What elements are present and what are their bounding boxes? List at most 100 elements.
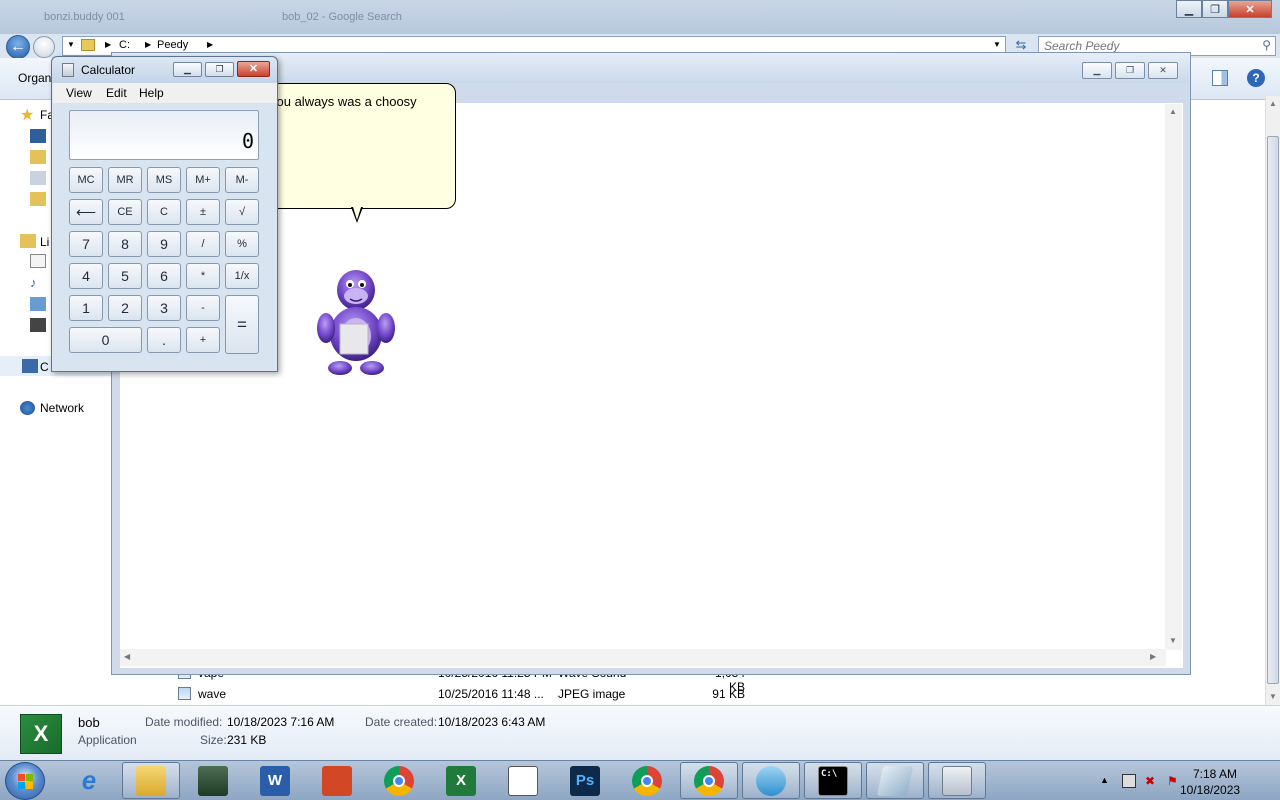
notepad-icon[interactable] <box>494 762 552 799</box>
vertical-scrollbar[interactable]: ▲ ▼ <box>1265 96 1280 706</box>
vertical-scrollbar[interactable]: ▲ ▼ <box>1165 104 1182 650</box>
digit-8-button[interactable]: 8 <box>108 231 142 257</box>
minimize-button[interactable]: ▁ <box>1176 0 1202 18</box>
digit-9-button[interactable]: 9 <box>147 231 181 257</box>
maximize-button[interactable]: ❐ <box>1115 62 1145 79</box>
system-monitor-icon[interactable] <box>184 762 242 799</box>
add-button[interactable]: + <box>186 327 220 353</box>
list-item[interactable]: wave 10/25/2016 11:48 ... JPEG image 91 … <box>178 685 878 703</box>
outlook-icon[interactable] <box>742 762 800 799</box>
chevron-down-icon[interactable]: ▼ <box>993 40 1001 49</box>
minimize-button[interactable]: ▁ <box>173 62 202 77</box>
digit-6-button[interactable]: 6 <box>147 263 181 289</box>
calculator-icon[interactable] <box>928 762 986 799</box>
chevron-right-icon[interactable]: ▶ <box>105 40 111 49</box>
ghost-tab-1[interactable]: bonzi.buddy 001 <box>44 6 125 28</box>
chrome-user-icon[interactable] <box>680 762 738 799</box>
clear-button[interactable]: C <box>147 199 181 225</box>
memory-clear-button[interactable]: MC <box>69 167 103 193</box>
excel-icon[interactable]: X <box>432 762 490 799</box>
folder-icon[interactable] <box>30 192 46 206</box>
network-tray-icon[interactable] <box>1122 774 1136 788</box>
equals-button[interactable]: = <box>225 295 259 354</box>
pictures-icon[interactable] <box>30 297 46 311</box>
internet-explorer-icon[interactable]: e <box>60 762 118 799</box>
close-button[interactable]: ✕ <box>1228 0 1272 18</box>
digit-3-button[interactable]: 3 <box>147 295 181 321</box>
bonzi-gorilla-agent[interactable] <box>310 262 402 380</box>
maximize-button[interactable]: ❐ <box>1202 0 1228 18</box>
calculator-titlebar[interactable]: Calculator ▁ ❐ ✕ <box>52 57 277 83</box>
negate-button[interactable]: ± <box>186 199 220 225</box>
memory-add-button[interactable]: M+ <box>186 167 220 193</box>
breadcrumb-drive[interactable]: C: <box>119 39 130 51</box>
scroll-up-icon[interactable]: ▲ <box>1269 99 1277 108</box>
scrollbar-thumb[interactable] <box>1267 136 1279 684</box>
maximize-button[interactable]: ❐ <box>205 62 234 77</box>
percent-button[interactable]: % <box>225 231 259 257</box>
backspace-button[interactable]: ⟵ <box>69 199 103 225</box>
powerpoint-icon[interactable] <box>308 762 366 799</box>
action-center-icon[interactable]: ⚑ <box>1167 774 1181 788</box>
menu-view[interactable]: View <box>66 86 92 100</box>
clock-date[interactable]: 10/18/2023 <box>1180 783 1240 797</box>
file-explorer-icon[interactable] <box>122 762 180 799</box>
chrome-icon[interactable] <box>370 762 428 799</box>
digit-7-button[interactable]: 7 <box>69 231 103 257</box>
reciprocal-button[interactable]: 1/x <box>225 263 259 289</box>
menu-help[interactable]: Help <box>139 86 164 100</box>
scroll-up-icon[interactable]: ▲ <box>1169 107 1177 116</box>
chevron-right-icon[interactable]: ▶ <box>207 40 213 49</box>
digit-1-button[interactable]: 1 <box>69 295 103 321</box>
clock-time[interactable]: 7:18 AM <box>1193 767 1237 781</box>
scroll-right-icon[interactable]: ▶ <box>1150 652 1156 661</box>
videos-icon[interactable] <box>30 318 46 332</box>
multiply-button[interactable]: * <box>186 263 220 289</box>
close-button[interactable]: ✕ <box>1148 62 1178 79</box>
scroll-down-icon[interactable]: ▼ <box>1269 692 1277 701</box>
scroll-down-icon[interactable]: ▼ <box>1169 636 1177 645</box>
decimal-button[interactable]: . <box>147 327 181 353</box>
memory-subtract-button[interactable]: M- <box>225 167 259 193</box>
organize-menu[interactable]: Organ <box>18 71 51 85</box>
music-icon[interactable]: ♪ <box>30 275 46 290</box>
divide-button[interactable]: / <box>186 231 220 257</box>
clear-entry-button[interactable]: CE <box>108 199 142 225</box>
volume-muted-icon[interactable]: ✖ <box>1145 774 1159 788</box>
nav-network[interactable]: Network <box>20 401 84 415</box>
horizontal-scrollbar[interactable]: ◀ ▶ <box>120 649 1166 666</box>
memory-store-button[interactable]: MS <box>147 167 181 193</box>
ghost-tab-2[interactable]: bob_02 - Google Search <box>282 6 402 28</box>
memory-recall-button[interactable]: MR <box>108 167 142 193</box>
minimize-button[interactable]: ▁ <box>1082 62 1112 79</box>
square-root-button[interactable]: √ <box>225 199 259 225</box>
help-icon[interactable]: ? <box>1247 69 1265 87</box>
downloads-icon[interactable] <box>30 150 46 164</box>
back-button[interactable]: ← <box>6 35 30 59</box>
menu-edit[interactable]: Edit <box>106 86 127 100</box>
scroll-left-icon[interactable]: ◀ <box>124 652 130 661</box>
pen-icon[interactable] <box>866 762 924 799</box>
digit-5-button[interactable]: 5 <box>108 263 142 289</box>
documents-icon[interactable] <box>30 254 46 268</box>
close-button[interactable]: ✕ <box>237 61 270 77</box>
forward-button[interactable] <box>33 36 55 58</box>
start-button[interactable] <box>5 762 45 800</box>
chevron-right-icon[interactable]: ▶ <box>145 40 151 49</box>
chrome-icon[interactable] <box>618 762 676 799</box>
digit-4-button[interactable]: 4 <box>69 263 103 289</box>
digit-0-button[interactable]: 0 <box>69 327 142 353</box>
digit-2-button[interactable]: 2 <box>108 295 142 321</box>
word-icon[interactable]: W <box>246 762 304 799</box>
desktop-icon[interactable] <box>30 129 46 143</box>
subtract-button[interactable]: - <box>186 295 220 321</box>
history-dropdown-icon[interactable]: ▼ <box>67 40 75 49</box>
show-hidden-icons-icon[interactable]: ▲ <box>1100 775 1114 789</box>
recent-places-icon[interactable] <box>30 171 46 185</box>
search-icon[interactable]: ⚲ <box>1262 38 1271 52</box>
photoshop-icon[interactable]: Ps <box>556 762 614 799</box>
preview-pane-icon[interactable] <box>1212 70 1228 86</box>
breadcrumb-folder[interactable]: Peedy <box>157 39 188 51</box>
nav-libraries-label[interactable]: Li <box>40 235 49 249</box>
cmd-icon[interactable]: C:\ <box>804 762 862 799</box>
